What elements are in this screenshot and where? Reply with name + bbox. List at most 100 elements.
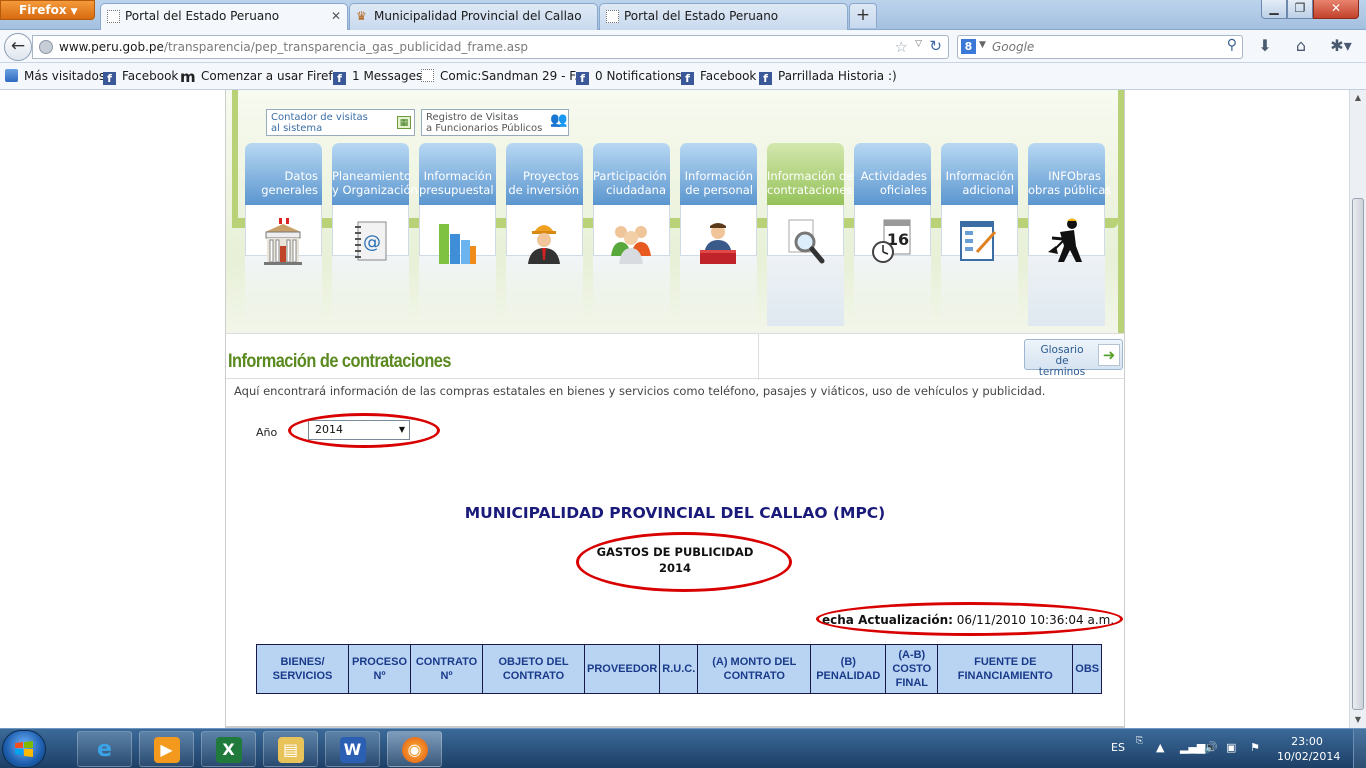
menu-tab-header: Información presupuestal [419,143,496,205]
menu-tab-fade [1028,256,1105,326]
maximize-button[interactable]: ❐ [1287,0,1313,19]
new-tab-button[interactable]: + [849,3,877,28]
counter-icon: ▦ [397,116,411,129]
glosario-button[interactable]: Glosario de terminos ➜ [1024,339,1123,378]
search-input[interactable] [992,36,1212,58]
bookmarks-menu-icon[interactable]: ✱▾ [1326,35,1356,57]
scrollbar-thumb[interactable] [1352,198,1364,710]
col-obs: OBS [1072,644,1103,694]
tab-municipalidad-callao[interactable]: ♛ Municipalidad Provincial del Callao [349,3,598,30]
download-icon[interactable]: ⬇ [1254,35,1276,57]
url-history-dropdown-icon[interactable]: ▽ [915,39,922,49]
contador-visitas-link[interactable]: Contador de visitas al sistema ▦ [266,109,415,136]
glosario-line: de terminos [1038,355,1086,378]
taskbar-explorer[interactable]: ▤ [263,731,318,767]
menu-informacion-contrataciones[interactable]: Información de contrataciones [767,143,853,326]
tab-label: Portal del Estado Peruano [125,9,280,23]
building-icon [264,218,302,265]
bookmark-parrillada[interactable]: f Parrillada Historia :) [759,63,897,90]
page-icon [421,69,434,82]
header-line: FINAL [895,677,928,689]
show-hidden-icons-icon[interactable]: ▲ [1156,741,1164,754]
firefox-menu-label: Firefox [19,3,67,17]
municipality-icon: ♛ [356,9,367,23]
employee-icon [700,223,736,264]
url-path: /transparencia/pep_transparencia_gas_pub… [163,40,529,54]
start-button[interactable] [2,730,46,768]
search-bar[interactable]: 8 ▼ ⚲ [957,35,1243,59]
keyboard-icon[interactable]: ⎘ [1136,736,1143,746]
scroll-up-icon[interactable]: ▲ [1350,90,1366,106]
bookmark-messages[interactable]: f 1 Messages [333,63,422,90]
url-bar[interactable]: www.peru.gob.pe/transparencia/pep_transp… [32,35,949,59]
menu-informacion-adicional[interactable]: Información adicional [941,143,1018,326]
minimize-button[interactable]: ▁ [1261,0,1287,19]
bookmark-facebook[interactable]: f Facebook [103,63,178,90]
back-button[interactable]: ← [4,33,32,61]
col-monto: (A) MONTO DEL CONTRATO [697,644,812,694]
col-fuente: FUENTE DE FINANCIAMIENTO [937,644,1074,694]
taskbar-firefox[interactable]: ◉ [387,731,442,767]
bookmark-mas-visitados[interactable]: Más visitados [5,63,105,90]
bookmark-comenzar-firefox[interactable]: m Comenzar a usar Firefox [180,63,347,90]
bookmark-facebook-2[interactable]: f Facebook [681,63,756,90]
restore-icon: ❐ [1294,1,1306,15]
link-line: al sistema [271,123,323,134]
search-engine-dropdown-icon[interactable]: ▼ [979,40,986,50]
action-center-icon[interactable]: ⚑ [1250,741,1260,754]
registro-visitas-link[interactable]: Registro de Visitas a Funcionarios Públi… [421,109,569,136]
scroll-down-icon[interactable]: ▼ [1350,712,1366,728]
header-line: (A) MONTO DEL [712,656,797,668]
taskbar-excel[interactable]: X [201,731,256,767]
menu-line: obras públicas [1028,183,1112,197]
menu-tab-fade [767,256,844,326]
menu-proyectos-inversion[interactable]: Proyectos de inversión [506,143,583,326]
network-icon[interactable]: ▂▄▆ [1180,741,1205,754]
header-line: PROVEEDOR [587,663,658,675]
taskbar-word[interactable]: W [325,731,380,767]
facebook-icon: f [333,72,346,85]
worker-icon [1048,218,1082,262]
close-window-button[interactable]: ✕ [1313,0,1359,19]
search-icon[interactable]: ⚲ [1227,37,1237,53]
url-text[interactable]: www.peru.gob.pe/transparencia/pep_transp… [59,36,528,58]
tab-portal-estado-1[interactable]: Portal del Estado Peruano ✕ [100,3,348,31]
firefox-menu-button[interactable]: Firefox ▼ [0,0,95,20]
menu-datos-generales[interactable]: Datos generales [245,143,322,326]
tab-portal-estado-2[interactable]: Portal del Estado Peruano [599,3,848,30]
taskbar-media-player[interactable]: ▶ [139,731,194,767]
close-tab-icon[interactable]: ✕ [331,4,341,28]
arrow-left-icon: ← [10,36,26,56]
header-line: FUENTE DE [974,656,1037,668]
media-player-icon: ▶ [153,737,180,763]
menu-planeamiento[interactable]: Planeamiento y Organización @ [332,143,418,326]
google-icon[interactable]: 8 [961,39,976,54]
bookmark-label: Facebook [122,69,179,83]
menu-infobras[interactable]: INFObras obras públicas [1028,143,1111,326]
show-desktop-button[interactable] [1353,729,1366,768]
most-visited-icon [5,69,18,82]
bookmark-notifications[interactable]: f 0 Notifications [576,63,682,90]
home-icon[interactable]: ⌂ [1290,35,1312,57]
menu-informacion-personal[interactable]: Información de personal [680,143,757,326]
menu-participacion-ciudadana[interactable]: Participación ciudadana [593,143,670,326]
menu-tab-fade [680,256,757,326]
header-line: CONTRATO [723,670,785,682]
menu-line: generales [261,183,318,197]
chevron-down-icon: ▼ [70,7,78,17]
volume-icon[interactable]: 🔊 [1204,741,1218,754]
bookmark-label: Parrillada Historia :) [778,69,897,83]
clock[interactable]: 23:00 10/02/2014 [1277,734,1340,764]
reload-icon[interactable]: ↻ [929,37,942,55]
menu-informacion-presupuestal[interactable]: Información presupuestal [419,143,496,326]
bookmark-comic-sandman[interactable]: Comic:Sandman 29 - F... [421,63,586,90]
vertical-scrollbar[interactable]: ▲ ▼ [1349,90,1366,728]
taskbar-internet-explorer[interactable]: e [77,731,132,767]
device-icon[interactable]: ▣ [1226,741,1236,754]
language-indicator[interactable]: ES [1111,741,1125,754]
menu-line: oficiales [879,183,927,197]
bookmark-star-icon[interactable]: ☆ [895,38,908,56]
header-line: (B) [840,656,856,668]
menu-actividades-oficiales[interactable]: Actividades oficiales 16 [854,143,931,326]
navigation-bar: ← www.peru.gob.pe/transparencia/pep_tran… [0,30,1366,63]
